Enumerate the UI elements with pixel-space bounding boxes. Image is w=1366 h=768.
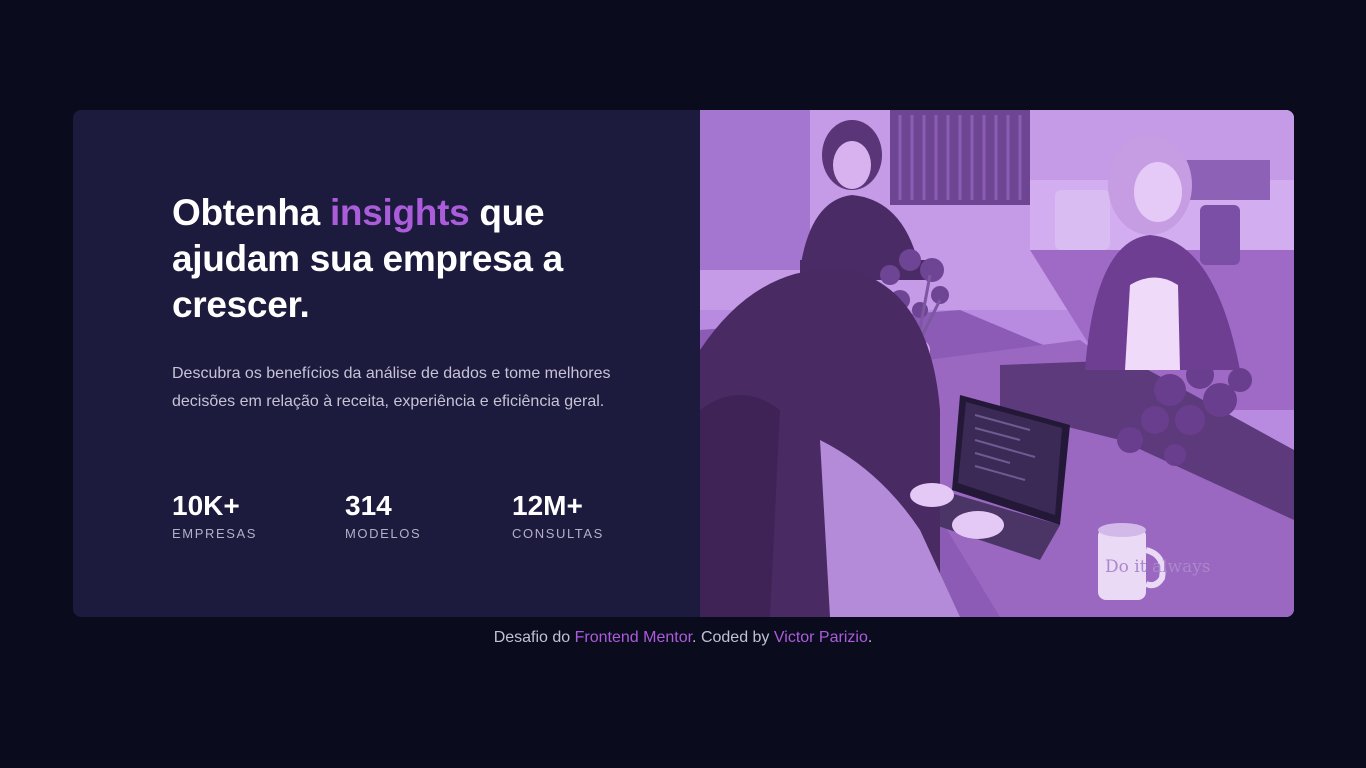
stat-value: 12M+ bbox=[512, 490, 583, 521]
hero-description: Descubra os benefícios da análise de dad… bbox=[172, 365, 611, 410]
stat-models: 314 MODELOS bbox=[345, 490, 421, 541]
author-link[interactable]: Victor Parizio bbox=[774, 629, 868, 646]
stat-value: 10K+ bbox=[172, 490, 240, 521]
attribution-footer: Desafio do Frontend Mentor. Coded by Vic… bbox=[0, 627, 1366, 649]
stat-label: EMPRESAS bbox=[172, 526, 258, 541]
hero-title-accent: insights bbox=[329, 192, 470, 233]
mug-text: Do it always bbox=[1105, 557, 1211, 577]
footer-middle: . Coded by bbox=[692, 629, 774, 646]
footer-suffix: . bbox=[867, 629, 873, 646]
stat-companies: 10K+ EMPRESAS bbox=[172, 490, 257, 541]
office-photo: Do it always bbox=[700, 110, 1294, 617]
frontend-mentor-link[interactable]: Frontend Mentor bbox=[575, 629, 692, 646]
stat-queries: 12M+ CONSULTAS bbox=[512, 490, 604, 541]
office-photo-illustration: Do it always bbox=[700, 110, 1294, 617]
stat-label: MODELOS bbox=[345, 526, 422, 541]
stats-row: 10K+ EMPRESAS 314 MODELOS 12M+ CONSULTAS bbox=[172, 490, 642, 550]
hero-title: Obtenha insights que ajudam sua empresa … bbox=[172, 190, 632, 328]
footer-prefix: Desafio do bbox=[493, 629, 575, 646]
hero-title-before: Obtenha bbox=[172, 192, 330, 233]
hero-card: Obtenha insights que ajudam sua empresa … bbox=[73, 110, 1294, 617]
hero-content: Obtenha insights que ajudam sua empresa … bbox=[172, 190, 632, 415]
stat-value: 314 bbox=[345, 490, 392, 521]
stat-label: CONSULTAS bbox=[512, 526, 604, 541]
